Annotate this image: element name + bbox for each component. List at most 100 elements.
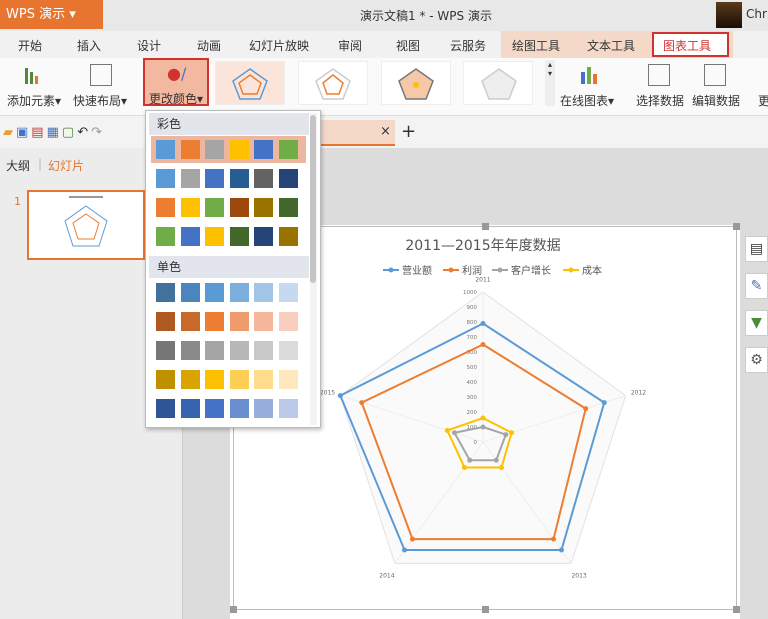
colorful-swatch[interactable]: [205, 198, 224, 217]
chart-settings-icon[interactable]: ⚙: [745, 347, 768, 373]
colorful-swatch[interactable]: [254, 227, 273, 246]
mono-swatch[interactable]: [278, 370, 298, 389]
mono-swatch[interactable]: [229, 399, 249, 418]
mono-swatch[interactable]: [254, 312, 273, 331]
tab-view[interactable]: 视图: [396, 37, 420, 54]
chart-filter-icon[interactable]: ▼: [745, 310, 768, 336]
mono-swatch[interactable]: [180, 283, 200, 302]
colorful-swatch[interactable]: [229, 227, 249, 246]
chart-elements-icon[interactable]: ▤: [745, 236, 768, 262]
mono-swatch[interactable]: [205, 370, 224, 389]
colorful-swatch[interactable]: [156, 227, 175, 246]
colorful-swatch[interactable]: [205, 227, 224, 246]
mono-swatch[interactable]: [205, 283, 224, 302]
slides-tab[interactable]: 幻灯片: [48, 157, 84, 174]
scrollbar-thumb[interactable]: [310, 115, 316, 283]
styles-scroll[interactable]: ▴ ▾: [545, 60, 555, 106]
wps-menu-button[interactable]: WPS 演示 ▾: [0, 0, 103, 29]
open-icon[interactable]: ▰: [3, 125, 16, 140]
tab-home[interactable]: 开始: [18, 37, 42, 54]
colorful-swatch[interactable]: [229, 198, 249, 217]
colorful-swatch[interactable]: [205, 140, 224, 159]
tick-label: 1000: [463, 290, 477, 296]
tick-label: 200: [467, 410, 478, 416]
colorful-swatch[interactable]: [278, 140, 298, 159]
mono-swatch[interactable]: [278, 341, 298, 360]
mono-swatch[interactable]: [156, 341, 175, 360]
pdf-icon[interactable]: ▤: [31, 125, 46, 140]
colorful-swatch[interactable]: [180, 198, 200, 217]
outline-tab[interactable]: 大纲: [6, 157, 30, 174]
undo-icon[interactable]: ↶: [77, 125, 91, 140]
mono-swatch[interactable]: [254, 283, 273, 302]
tick-label: 500: [467, 365, 478, 371]
quick-layout-button[interactable]: 快速布局▾: [73, 92, 127, 109]
colorful-swatch[interactable]: [254, 140, 273, 159]
save-icon[interactable]: ▣: [16, 125, 31, 140]
colorful-swatch[interactable]: [278, 169, 298, 188]
mono-swatch[interactable]: [156, 312, 175, 331]
slide-thumbnail[interactable]: [27, 190, 145, 260]
colorful-swatch[interactable]: [229, 169, 249, 188]
tab-animation[interactable]: 动画: [197, 37, 221, 54]
preview-icon[interactable]: ▢: [62, 125, 77, 140]
mono-swatch[interactable]: [180, 370, 200, 389]
mono-swatch[interactable]: [229, 370, 249, 389]
colorful-swatch[interactable]: [205, 169, 224, 188]
redo-icon[interactable]: ↷: [91, 125, 105, 140]
mono-swatch[interactable]: [278, 399, 298, 418]
tab-cloud[interactable]: 云服务: [450, 37, 486, 54]
colorful-swatch[interactable]: [278, 198, 298, 217]
mono-swatch[interactable]: [205, 399, 224, 418]
data-point: [493, 457, 499, 463]
tab-slideshow[interactable]: 幻灯片放映: [249, 37, 309, 54]
tab-insert[interactable]: 插入: [77, 37, 101, 54]
select-data-button[interactable]: 选择数据: [636, 92, 684, 109]
colorful-swatch[interactable]: [254, 198, 273, 217]
close-tab-icon[interactable]: ×: [380, 124, 391, 139]
more-button[interactable]: 更: [758, 92, 768, 109]
dropdown-scrollbar[interactable]: [310, 113, 317, 425]
mono-swatch[interactable]: [254, 399, 273, 418]
mono-swatch[interactable]: [229, 312, 249, 331]
mono-swatch[interactable]: [180, 341, 200, 360]
mono-swatch[interactable]: [180, 312, 200, 331]
avatar[interactable]: [716, 2, 742, 28]
colorful-swatch[interactable]: [156, 169, 175, 188]
mono-swatch[interactable]: [205, 312, 224, 331]
mono-swatch[interactable]: [156, 370, 175, 389]
tab-text-tools[interactable]: 文本工具: [587, 37, 635, 54]
mono-swatch[interactable]: [254, 370, 273, 389]
quick-access-icons[interactable]: ▰▣▤▦▢↶↷: [3, 125, 105, 140]
colorful-swatch[interactable]: [156, 198, 175, 217]
tab-chart-tools[interactable]: 图表工具: [663, 37, 711, 54]
mono-swatch[interactable]: [254, 341, 273, 360]
tab-drawing-tools[interactable]: 绘图工具: [512, 37, 560, 54]
mono-swatch[interactable]: [229, 341, 249, 360]
chart-style-brush-icon[interactable]: ✎: [745, 273, 768, 299]
mono-swatch[interactable]: [205, 341, 224, 360]
mono-swatch[interactable]: [180, 399, 200, 418]
user-name[interactable]: Chri: [746, 7, 768, 21]
colorful-swatch[interactable]: [156, 140, 175, 159]
tab-review[interactable]: 审阅: [338, 37, 362, 54]
print-icon[interactable]: ▦: [47, 125, 62, 140]
colorful-swatch[interactable]: [180, 169, 200, 188]
mono-swatch[interactable]: [156, 283, 175, 302]
colorful-swatch[interactable]: [229, 140, 249, 159]
tab-design[interactable]: 设计: [137, 37, 161, 54]
mono-swatch[interactable]: [156, 399, 175, 418]
colorful-swatch[interactable]: [278, 227, 298, 246]
colorful-swatch[interactable]: [180, 140, 200, 159]
change-color-button[interactable]: ●/ 更改颜色▾: [143, 58, 209, 106]
online-chart-button[interactable]: 在线图表▾: [560, 92, 614, 109]
new-tab-button[interactable]: +: [401, 121, 416, 142]
mono-swatch[interactable]: [229, 283, 249, 302]
colorful-swatch[interactable]: [254, 169, 273, 188]
tab-separator: |: [38, 157, 43, 171]
add-element-button[interactable]: 添加元素▾: [7, 92, 61, 109]
mono-swatch[interactable]: [278, 283, 298, 302]
edit-data-button[interactable]: 编辑数据: [692, 92, 740, 109]
colorful-swatch[interactable]: [180, 227, 200, 246]
mono-swatch[interactable]: [278, 312, 298, 331]
